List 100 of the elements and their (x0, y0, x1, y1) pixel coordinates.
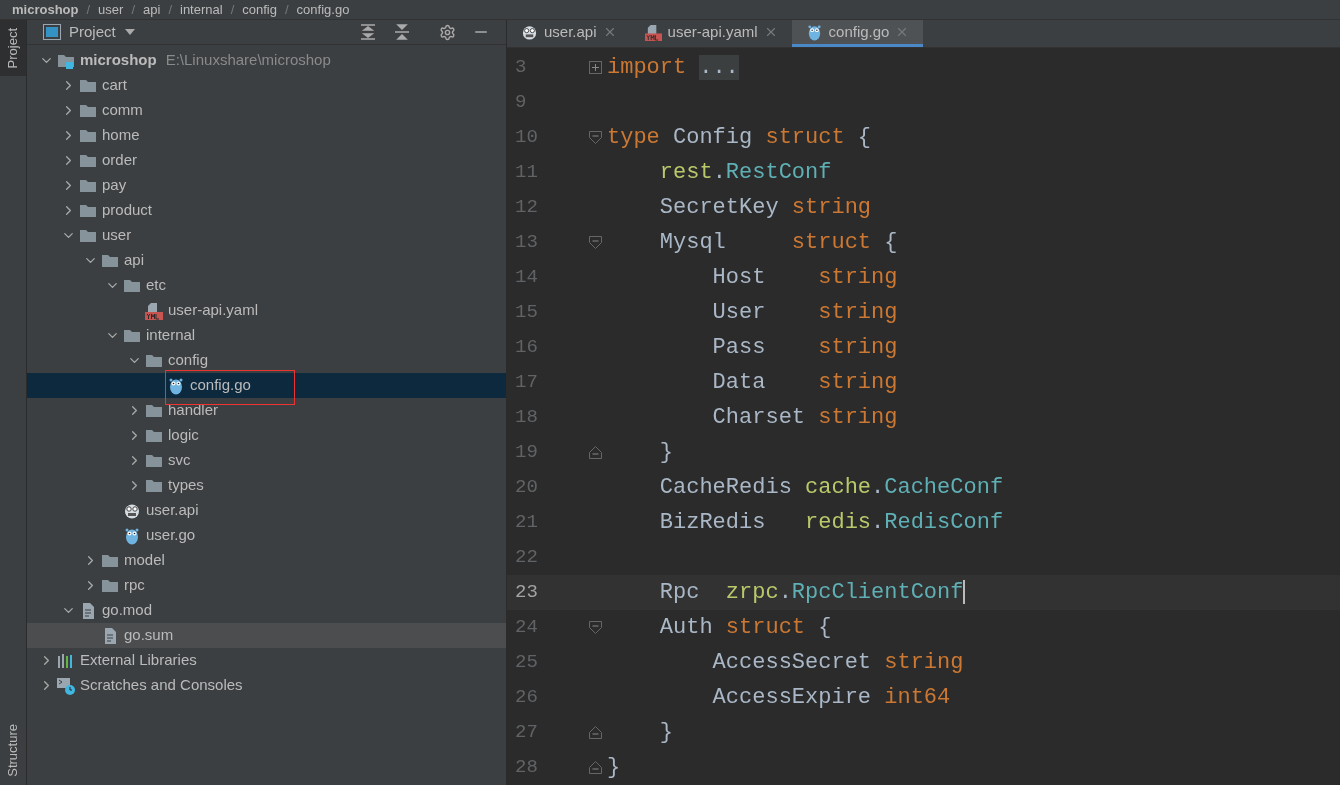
tree-item-label: model (124, 550, 165, 571)
tree-item[interactable]: svc (27, 448, 506, 473)
tree-item-label: types (168, 475, 204, 496)
tree-item-label: handler (168, 400, 219, 421)
line-number: 13 (514, 230, 539, 256)
fold-collapse-icon[interactable] (588, 236, 602, 249)
line-number: 10 (514, 125, 539, 151)
tree-item[interactable]: api (27, 248, 506, 273)
tree-item-label: microshop (80, 50, 157, 71)
settings-icon[interactable] (439, 23, 456, 41)
editor-tab[interactable]: config.go (791, 20, 924, 47)
tree-item[interactable]: rpc (27, 573, 506, 598)
tree-item-label: etc (146, 275, 166, 296)
tree-item-label: user-api.yaml (168, 300, 259, 321)
tree-item-label: Scratches and Consoles (80, 675, 243, 696)
tree-item[interactable]: types (27, 473, 506, 498)
tree-item[interactable]: etc (27, 273, 506, 298)
line-number: 24 (514, 615, 539, 641)
tree-item[interactable]: user (27, 223, 506, 248)
breadcrumb-separator: / (168, 0, 172, 19)
tool-window-tab[interactable]: Structure (0, 716, 26, 785)
code-text: Pass string (711, 334, 898, 362)
line-number: 11 (514, 160, 539, 186)
fold-collapse-icon[interactable] (588, 621, 602, 634)
breadcrumb-item[interactable]: internal (180, 0, 223, 20)
tree-item-label: home (102, 125, 140, 146)
tree-item-label: svc (168, 450, 191, 471)
tree-item-label: go.mod (102, 600, 153, 621)
fold-end-icon[interactable] (588, 446, 602, 459)
code-text: BizRedis redis.RedisConf (658, 509, 1004, 537)
line-number: 28 (514, 755, 539, 781)
tree-item[interactable]: go.mod (27, 598, 506, 623)
fold-collapse-icon[interactable] (588, 131, 602, 144)
breadcrumb-separator: / (131, 0, 135, 19)
breadcrumb-item[interactable]: config (242, 0, 277, 20)
tree-item[interactable]: logic (27, 423, 506, 448)
tree-item[interactable]: pay (27, 173, 506, 198)
line-number: 14 (514, 265, 539, 291)
dropdown-caret-icon[interactable] (123, 28, 136, 36)
code-text: Mysql struct { (658, 229, 898, 257)
tree-item[interactable]: go.sum (27, 623, 506, 648)
breadcrumb-item[interactable]: user (98, 0, 124, 20)
collapse-all-icon[interactable] (393, 23, 411, 41)
gopher-icon (805, 23, 823, 41)
line-number: 12 (514, 195, 539, 221)
code-text: AccessExpire int64 (711, 684, 951, 712)
code-text: rest.RestConf (658, 159, 832, 187)
code-text: Host string (711, 264, 898, 292)
tool-window-tab[interactable]: Project (0, 20, 26, 77)
tree-item[interactable]: comm (27, 98, 506, 123)
tree-item[interactable]: Scratches and Consoles (27, 673, 506, 698)
tree-item[interactable]: config (27, 348, 506, 373)
tree-item[interactable]: order (27, 148, 506, 173)
tree-item[interactable]: config.go (27, 373, 506, 398)
tree-item[interactable]: user.api (27, 498, 506, 523)
tree-item[interactable]: External Libraries (27, 648, 506, 673)
tree-item[interactable]: handler (27, 398, 506, 423)
breadcrumb-item[interactable]: config.go (296, 0, 350, 20)
tree-item-label: comm (102, 100, 143, 121)
code-text: Data string (711, 369, 898, 397)
code-text: import ... (607, 54, 739, 82)
code-text: User string (711, 299, 898, 327)
tab-label: user-api.yaml (667, 21, 758, 42)
code-text: type Config struct { (607, 124, 872, 152)
tree-item[interactable]: user-api.yaml (27, 298, 506, 323)
editor-tab[interactable]: user.api (507, 20, 631, 47)
fold-expand-icon[interactable] (588, 61, 602, 74)
yaml-file-icon (145, 301, 163, 320)
breadcrumb-separator: / (284, 0, 289, 19)
tree-item-label: External Libraries (80, 650, 197, 671)
tree-item-label: api (124, 250, 145, 271)
line-number: 16 (514, 335, 539, 361)
breadcrumb-item[interactable]: microshop (12, 0, 79, 20)
tree-item-label: cart (102, 75, 127, 96)
tree-item[interactable]: cart (27, 73, 506, 98)
breadcrumb-item[interactable]: api (143, 0, 161, 20)
breadcrumb-separator: / (86, 0, 91, 19)
tree-item[interactable]: microshop E:\Linuxshare\microshop (27, 48, 506, 73)
tree-item[interactable]: internal (27, 323, 506, 348)
fold-end-icon[interactable] (588, 761, 602, 774)
expand-all-icon[interactable] (359, 23, 377, 41)
code-text: SecretKey string (658, 194, 872, 222)
tree-item-label: product (102, 200, 153, 221)
tree-item-label: user.api (146, 500, 199, 521)
editor-tab[interactable]: user-api.yaml (630, 20, 792, 47)
line-number: 18 (514, 405, 539, 431)
line-number: 17 (514, 370, 539, 396)
tree-item-label: user.go (146, 525, 196, 546)
code-text: Auth struct { (658, 614, 832, 642)
tree-item-label: user (102, 225, 132, 246)
libraries-icon (57, 651, 75, 670)
breadcrumb-separator: / (230, 0, 235, 19)
fold-end-icon[interactable] (588, 726, 602, 739)
panel-title: Project (69, 21, 116, 42)
line-number: 9 (514, 90, 528, 116)
tree-item[interactable]: home (27, 123, 506, 148)
tree-item[interactable]: model (27, 548, 506, 573)
line-number: 15 (514, 300, 539, 326)
tree-item[interactable]: user.go (27, 523, 506, 548)
tree-item[interactable]: product (27, 198, 506, 223)
